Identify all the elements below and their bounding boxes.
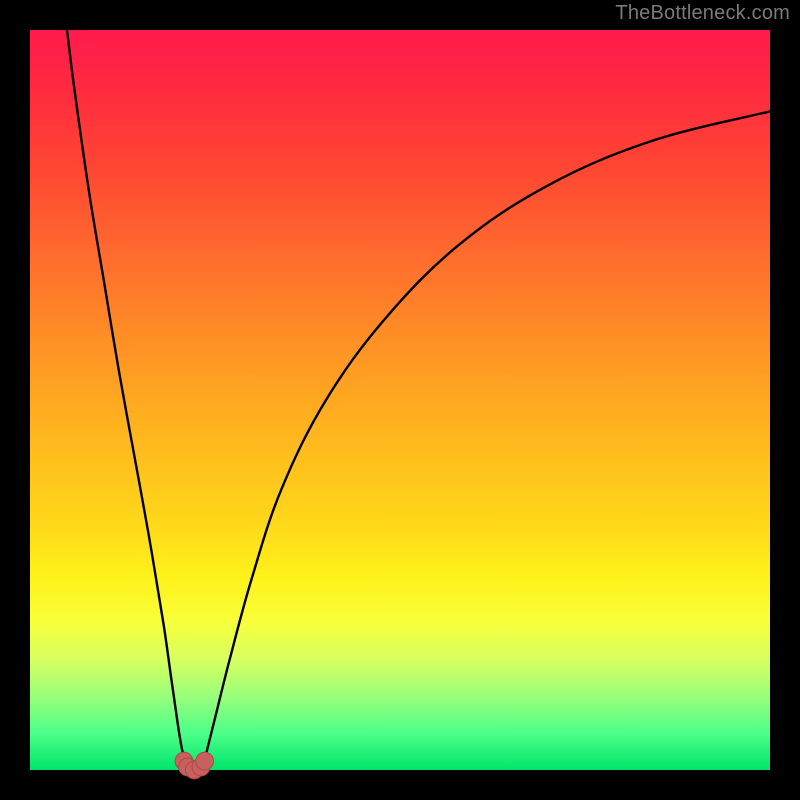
watermark-text: TheBottleneck.com <box>615 2 790 25</box>
chart-svg <box>0 0 800 800</box>
curve-left-branch <box>67 30 185 763</box>
valley-marker-4 <box>196 752 214 770</box>
curve-right-branch <box>204 111 770 762</box>
chart-frame: TheBottleneck.com <box>0 0 800 800</box>
